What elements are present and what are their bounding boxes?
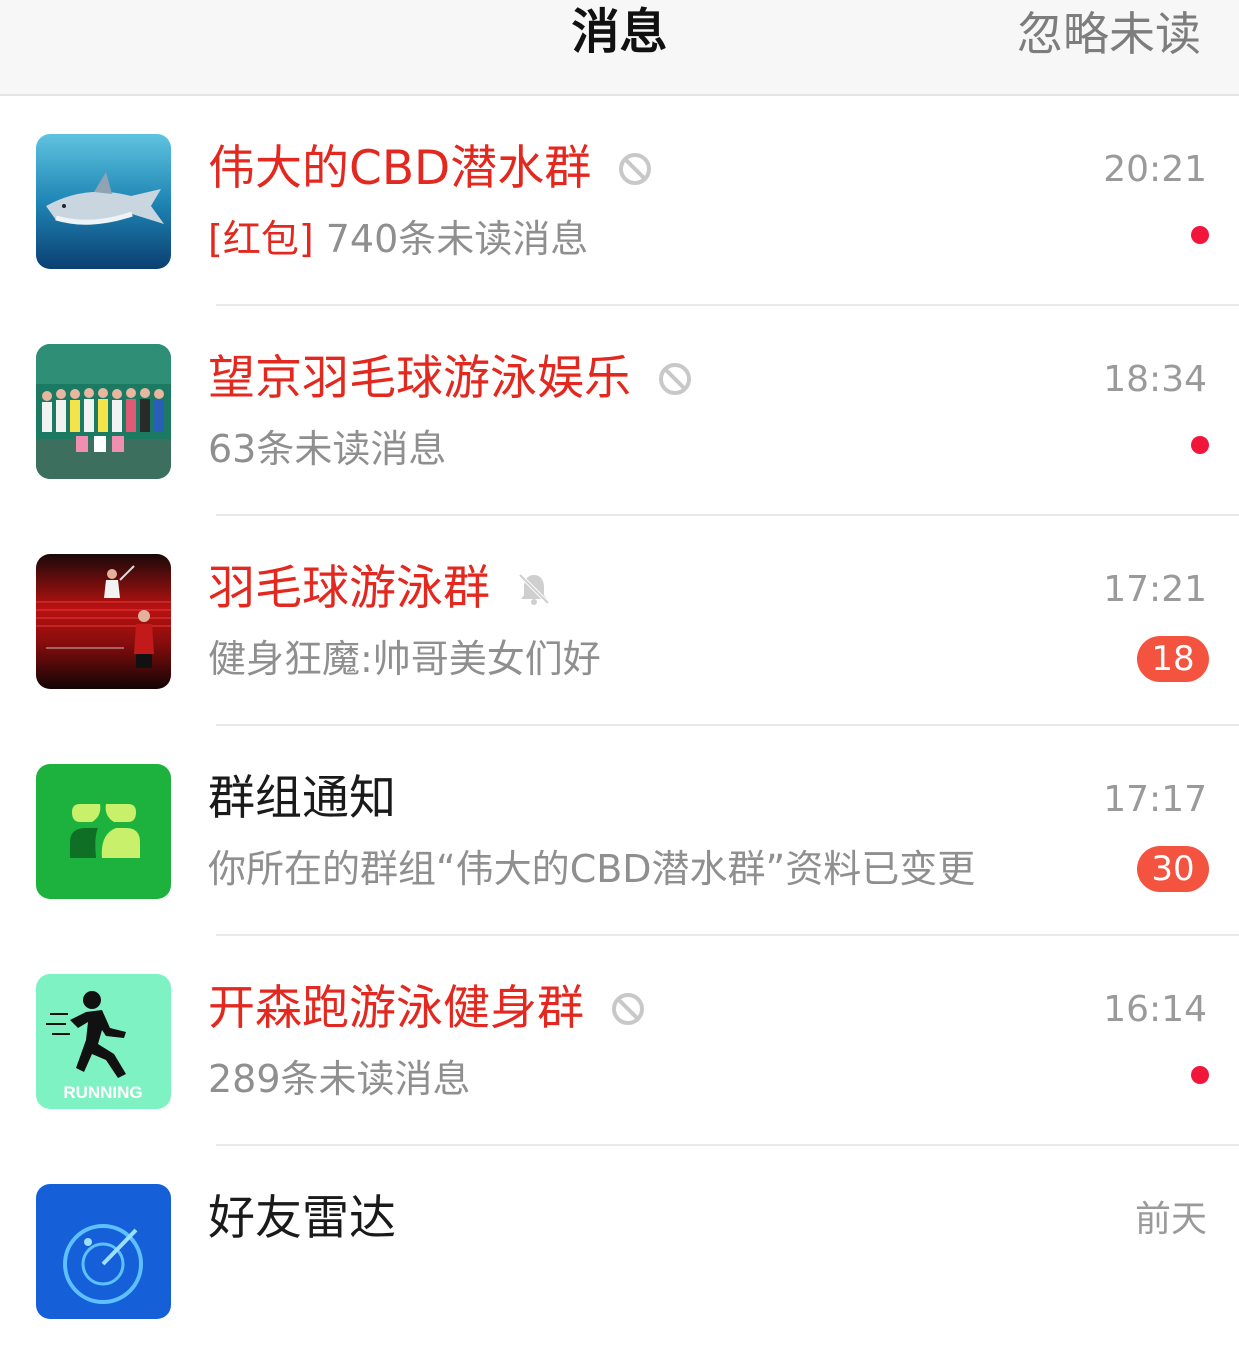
shark-photo-avatar — [36, 134, 171, 269]
conversation-time: 20:21 — [1103, 149, 1207, 190]
conversation-preview: 63条未读消息 — [208, 427, 447, 471]
conversation-row[interactable]: 望京羽毛球游泳娱乐 63条未读消息 18:34 — [0, 306, 1239, 516]
conversation-name: 羽毛球游泳群 — [208, 560, 552, 618]
nav-bar: 消息 忽略未读 — [0, 0, 1239, 96]
group-photo-avatar — [36, 344, 171, 479]
block-icon — [610, 991, 646, 1027]
conversation-name: 好友雷达 — [208, 1191, 396, 1246]
block-icon — [657, 361, 693, 397]
badminton-poster-avatar — [36, 554, 171, 689]
unread-dot — [1191, 436, 1209, 454]
unread-dot — [1191, 1066, 1209, 1084]
running-avatar: RUNNING — [36, 974, 171, 1109]
radar-avatar — [36, 1184, 171, 1319]
ignore-unread-button[interactable]: 忽略未读 — [1017, 6, 1201, 62]
running-avatar-text: RUNNING — [63, 1083, 142, 1102]
conversation-row[interactable]: 伟大的CBD潜水群 [红包] 740条未读消息 20:21 — [0, 96, 1239, 306]
conversation-time: 16:14 — [1103, 989, 1207, 1030]
unread-badge: 18 — [1137, 636, 1209, 682]
conversation-name: 伟大的CBD潜水群 — [208, 140, 653, 198]
conversation-row[interactable]: RUNNING 开森跑游泳健身群 289条未读消息 16:14 — [0, 936, 1239, 1146]
conversation-row[interactable]: 好友雷达 前天 — [0, 1146, 1239, 1356]
conversation-name: 群组通知 — [208, 771, 396, 826]
conversation-name: 望京羽毛球游泳娱乐 — [208, 350, 693, 408]
conversation-time: 17:21 — [1103, 569, 1207, 610]
conversation-time: 17:17 — [1103, 779, 1207, 820]
conversation-time: 前天 — [1134, 1199, 1207, 1240]
block-icon — [617, 151, 653, 187]
mute-bell-icon — [516, 571, 552, 607]
group-notice-avatar — [36, 764, 171, 899]
conversation-time: 18:34 — [1103, 359, 1207, 400]
conversation-row[interactable]: 群组通知 你所在的群组“伟大的CBD潜水群”资料已变更 17:17 30 — [0, 726, 1239, 936]
unread-dot — [1191, 226, 1209, 244]
conversation-name: 开森跑游泳健身群 — [208, 980, 646, 1038]
conversation-preview: 289条未读消息 — [208, 1057, 471, 1101]
conversation-preview: 健身狂魔:帅哥美女们好 — [208, 637, 601, 681]
conversation-preview: [红包] 740条未读消息 — [208, 217, 589, 261]
conversation-list: 伟大的CBD潜水群 [红包] 740条未读消息 20:21 望京羽毛球游泳娱乐 … — [0, 96, 1239, 1356]
conversation-row[interactable]: 羽毛球游泳群 健身狂魔:帅哥美女们好 17:21 18 — [0, 516, 1239, 726]
unread-badge: 30 — [1137, 846, 1209, 892]
conversation-preview: 你所在的群组“伟大的CBD潜水群”资料已变更 — [208, 847, 976, 891]
